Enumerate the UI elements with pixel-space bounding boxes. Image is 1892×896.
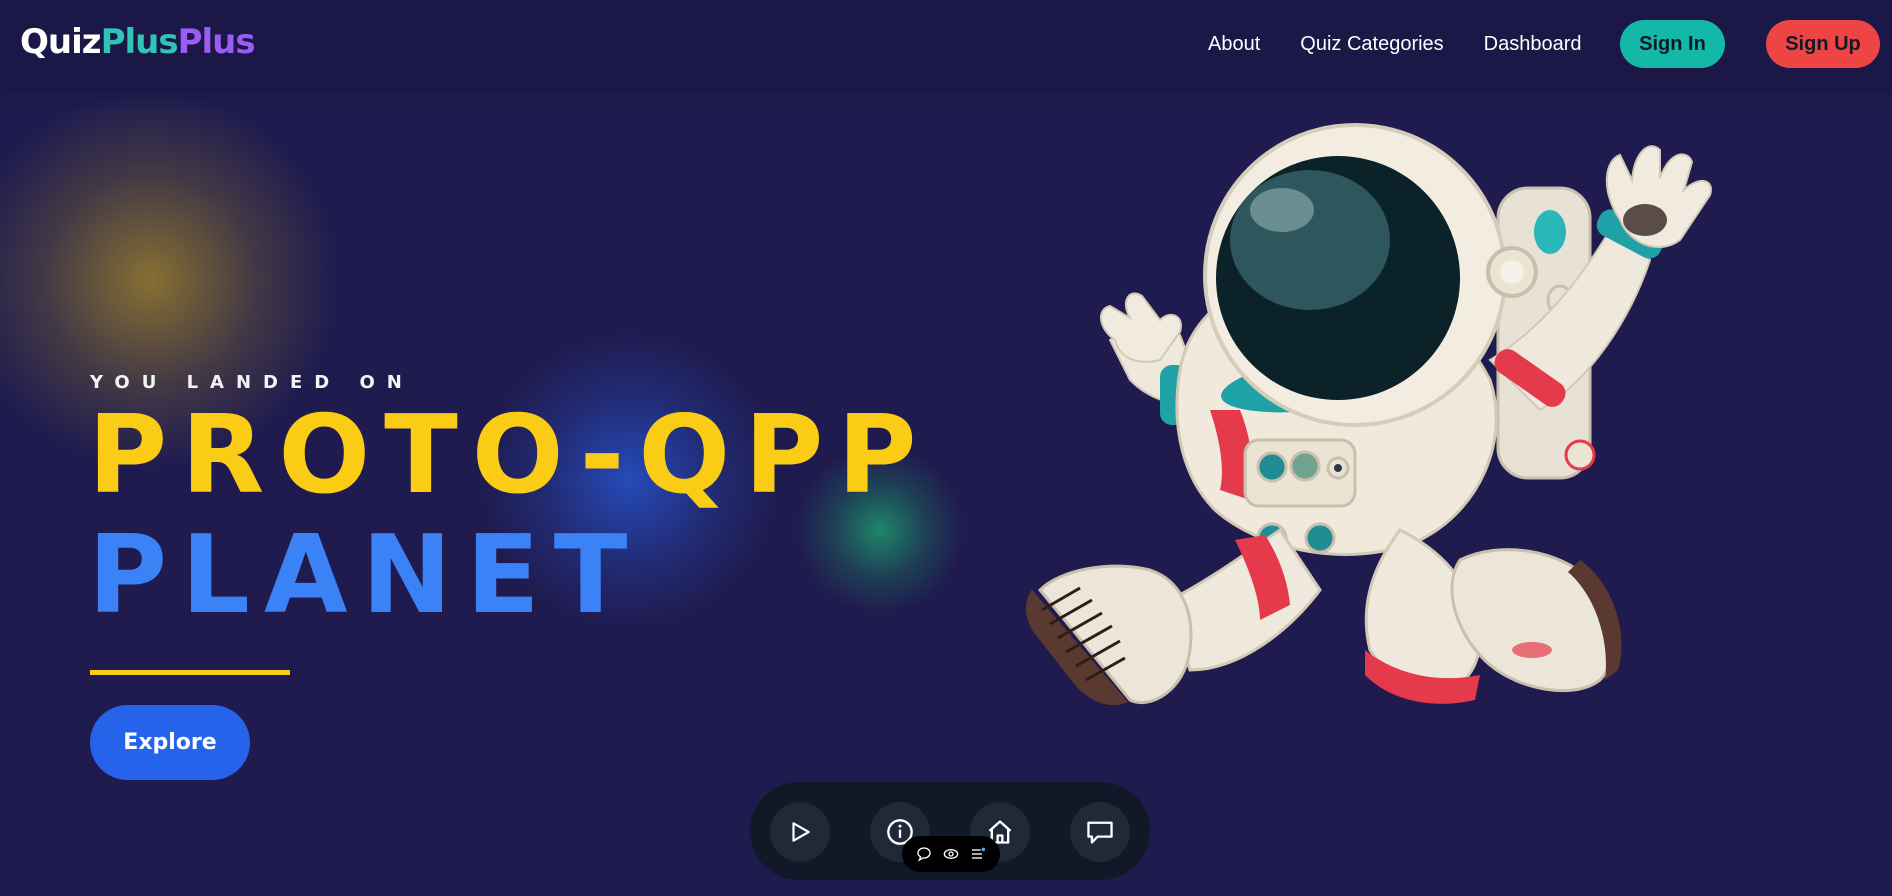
site-header: QuizPlusPlus About Quiz Categories Dashb… xyxy=(0,0,1892,88)
hero-title-line-2: PLANET xyxy=(88,513,642,638)
chat-button[interactable] xyxy=(1070,802,1130,862)
play-icon xyxy=(792,822,810,842)
nav-quiz-categories[interactable]: Quiz Categories xyxy=(1300,33,1443,56)
astronaut-illustration xyxy=(1026,123,1712,706)
comment-icon xyxy=(916,847,931,862)
landing-page: QuizPlusPlus About Quiz Categories Dashb… xyxy=(0,0,1892,896)
eye-button[interactable] xyxy=(940,843,962,865)
eye-icon xyxy=(943,849,959,859)
hero-eyebrow: YOU LANDED ON xyxy=(90,372,414,393)
main-nav: About Quiz Categories Dashboard xyxy=(1208,0,1622,88)
nav-dashboard[interactable]: Dashboard xyxy=(1484,33,1582,56)
hero-title-line-1: PROTO-QPP xyxy=(88,393,931,518)
logo-part-plus-2: Plus xyxy=(177,22,256,62)
sign-up-button[interactable]: Sign Up xyxy=(1766,20,1880,68)
play-button[interactable] xyxy=(770,802,830,862)
chat-icon xyxy=(1087,821,1113,844)
list-settings-button[interactable] xyxy=(967,843,989,865)
list-settings-icon xyxy=(972,847,986,859)
mini-toolbar xyxy=(902,836,1000,872)
logo-part-plus-1: Plus xyxy=(100,22,179,62)
sign-in-button[interactable]: Sign In xyxy=(1620,20,1725,68)
logo-part-quiz: Quiz xyxy=(20,22,102,62)
title-underline xyxy=(90,670,290,675)
comment-button[interactable] xyxy=(913,843,935,865)
logo[interactable]: QuizPlusPlus xyxy=(20,22,256,62)
nav-about[interactable]: About xyxy=(1208,33,1260,56)
explore-button[interactable]: Explore xyxy=(90,705,250,780)
